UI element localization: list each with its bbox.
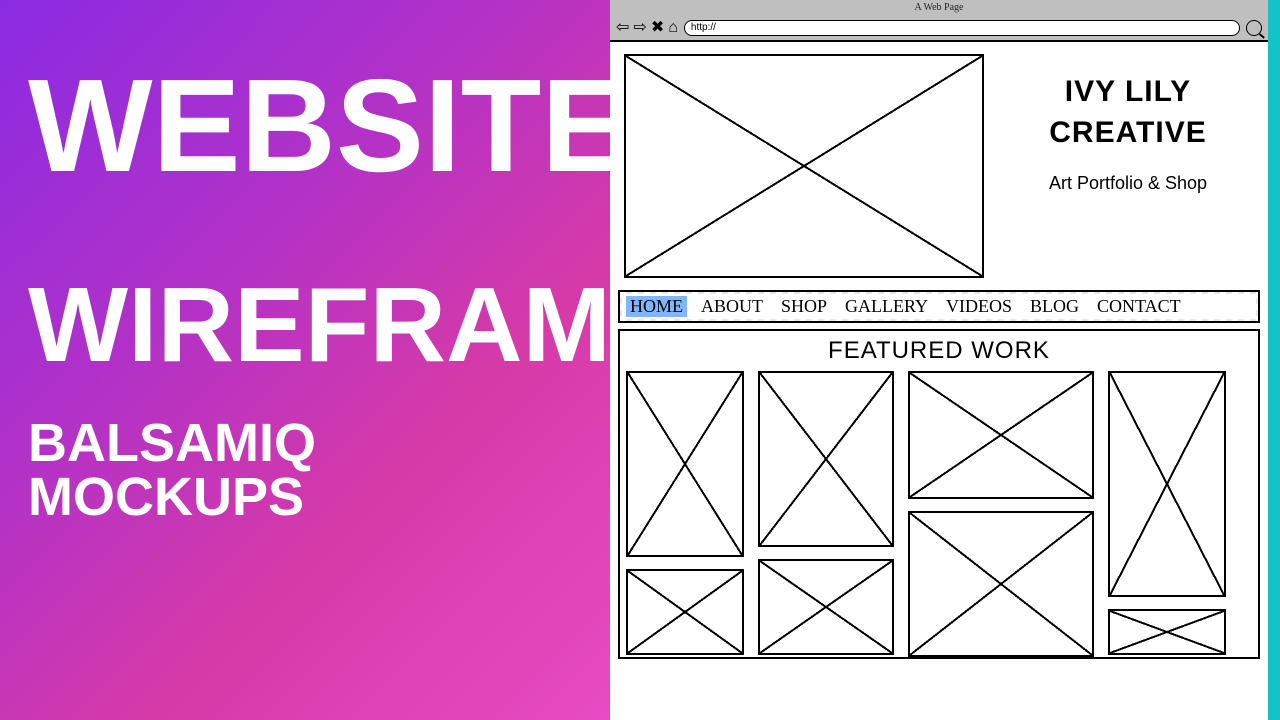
forward-arrow-icon[interactable]: ⇨ [633,20,646,36]
address-bar[interactable]: http:// [684,20,1240,36]
nav-home[interactable]: HOME [626,296,687,317]
brand-name-line1: IVY LILY [1002,72,1254,113]
thumb-placeholder[interactable] [1108,371,1226,597]
back-arrow-icon[interactable]: ⇦ [616,20,629,36]
nav-shop[interactable]: SHOP [777,296,831,317]
headline-line2: WIREFRAME [28,272,582,378]
thumb-placeholder[interactable] [1108,609,1226,655]
thumb-placeholder[interactable] [758,371,894,547]
featured-heading: FEATURED WORK [626,337,1252,365]
mockup-browser-window: A Web Page ⇦ ⇨ ✖ ⌂ http:// IVY LILY CREA… [610,0,1280,720]
brand-block: IVY LILY CREATIVE Art Portfolio & Shop [1002,54,1254,278]
thumb-placeholder[interactable] [758,559,894,655]
nav-contact[interactable]: CONTACT [1093,296,1185,317]
headline-subtitle: BALSAMIQ MOCKUPS [28,416,582,524]
nav-gallery[interactable]: GALLERY [841,296,932,317]
headline-line1: WEBSITE [28,60,582,192]
home-icon[interactable]: ⌂ [668,20,678,36]
browser-chrome: A Web Page ⇦ ⇨ ✖ ⌂ http:// [610,0,1268,42]
search-icon[interactable] [1246,20,1262,36]
thumb-placeholder[interactable] [626,371,744,557]
hero-section: IVY LILY CREATIVE Art Portfolio & Shop [618,48,1260,284]
featured-grid [626,371,1252,657]
nav-about[interactable]: ABOUT [697,296,767,317]
primary-nav: HOME ABOUT SHOP GALLERY VIDEOS BLOG CONT… [618,290,1260,323]
featured-section: FEATURED WORK [618,329,1260,659]
thumb-placeholder[interactable] [908,511,1094,657]
thumb-placeholder[interactable] [626,569,744,655]
thumb-placeholder[interactable] [908,371,1094,499]
browser-window-title: A Web Page [610,2,1268,13]
brand-name-line2: CREATIVE [1002,113,1254,154]
hero-image-placeholder [624,54,984,278]
nav-videos[interactable]: VIDEOS [942,296,1016,317]
promo-panel: WEBSITE WIREFRAME BALSAMIQ MOCKUPS [0,0,610,720]
brand-tagline: Art Portfolio & Shop [1002,173,1254,194]
stop-icon[interactable]: ✖ [651,20,664,36]
nav-blog[interactable]: BLOG [1026,296,1083,317]
mockup-page: IVY LILY CREATIVE Art Portfolio & Shop H… [610,42,1268,720]
